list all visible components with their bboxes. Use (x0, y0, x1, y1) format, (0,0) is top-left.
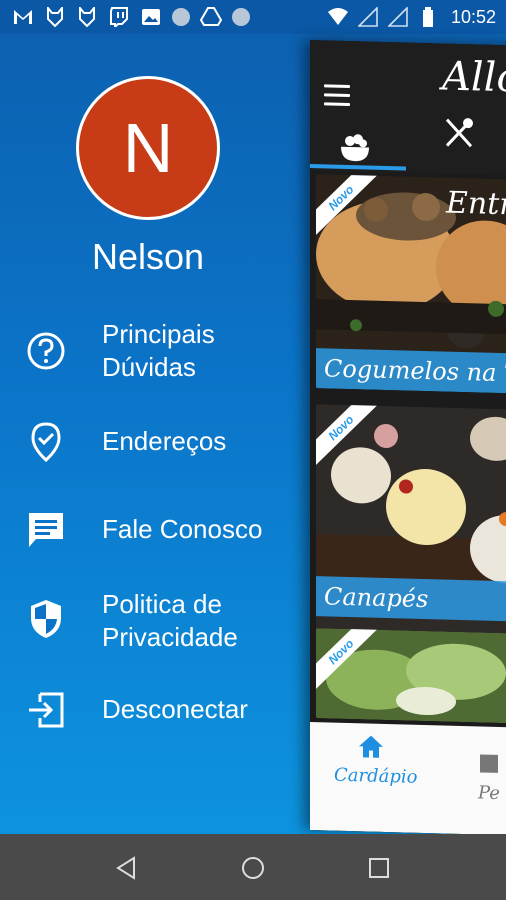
wifi-icon (327, 7, 349, 27)
twitch-icon (108, 7, 130, 27)
battery-icon (417, 7, 439, 27)
menu-label: Principais Dúvidas (102, 319, 215, 382)
dot-icon (172, 8, 190, 26)
drive-icon (200, 7, 222, 27)
location-check-icon (26, 422, 66, 462)
signal-icon (357, 7, 379, 27)
menu-label: Politica de Privacidade (102, 589, 238, 652)
home-circle-icon[interactable] (233, 848, 273, 888)
menu-card[interactable]: Novo (316, 628, 506, 724)
signal-icon (387, 7, 409, 27)
menu-item-desconectar[interactable]: Desconectar (0, 688, 300, 732)
bag-icon (478, 748, 506, 783)
bottom-nav: Cardápio Pe (310, 722, 506, 836)
menu-label: Desconectar (102, 694, 248, 724)
clock: 10:52 (450, 6, 496, 27)
chat-icon (26, 510, 66, 550)
bottom-nav-cardapio[interactable]: Cardápio (334, 733, 417, 788)
bottom-nav-pedidos[interactable]: Pe (478, 748, 506, 804)
menu-item-politica-privacidade[interactable]: Politica de Privacidade (0, 586, 300, 656)
gmail-icon (12, 7, 34, 27)
menu-item-fale-conosco[interactable]: Fale Conosco (0, 508, 300, 552)
menu-label: Fale Conosco (102, 514, 263, 544)
fox-icon (76, 7, 98, 27)
bottom-nav-label: Cardápio (334, 764, 418, 788)
menu-label: Endereços (102, 426, 227, 456)
avatar[interactable]: N (76, 76, 220, 220)
system-nav-bar (0, 834, 506, 900)
avatar-letter: N (122, 109, 174, 187)
section-title: Entr (446, 185, 506, 223)
help-circle-icon (26, 331, 66, 371)
image-icon (140, 7, 162, 27)
dot-icon (232, 8, 250, 26)
fox-icon (44, 7, 66, 27)
app-header: Allo (310, 40, 506, 176)
app-panel[interactable]: Allo Novo Entr Cogumelos na To (310, 40, 506, 836)
hamburger-menu-icon[interactable] (324, 84, 350, 112)
shield-icon (26, 599, 66, 639)
cutlery-icon[interactable] (442, 115, 476, 155)
bottom-nav-label: Pe (478, 782, 500, 804)
card-title: Cogumelos na To (316, 348, 506, 394)
card-title: Canapés (316, 576, 506, 622)
user-name: Nelson (91, 236, 205, 277)
recents-icon[interactable] (359, 848, 399, 888)
status-bar: 10:52 (0, 0, 506, 34)
brand-logo: Allo (442, 53, 506, 102)
back-icon[interactable] (106, 848, 146, 888)
menu-item-principais-duvidas[interactable]: Principais Dúvidas (0, 316, 300, 386)
home-icon (334, 733, 408, 767)
menu-card[interactable]: Novo Canapés (316, 404, 506, 646)
menu-item-enderecos[interactable]: Endereços (0, 420, 300, 464)
logout-icon (26, 690, 66, 730)
menu-card[interactable]: Novo Entr Cogumelos na To (316, 174, 506, 394)
